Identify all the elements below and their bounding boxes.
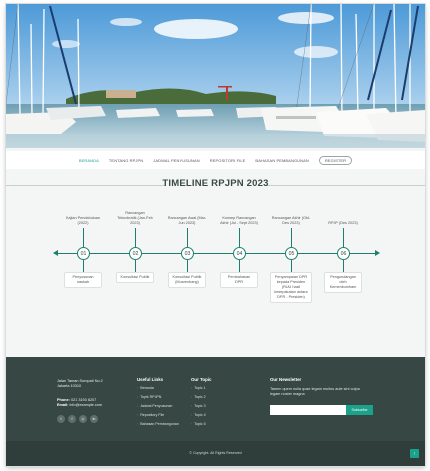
timeline-top-text: Kajian Pendahuluan (2022)	[66, 216, 100, 225]
timeline-step-card: Konsultasi Publik	[116, 272, 154, 283]
linkedin-icon[interactable]: in	[90, 415, 98, 423]
footer-link[interactable]: › Topik RPJPN	[137, 393, 179, 402]
timeline-step-number: 05	[285, 247, 298, 260]
timeline-connector	[187, 228, 188, 247]
timeline-step-number: 02	[129, 247, 142, 260]
timeline-connector	[239, 260, 240, 272]
timeline-step-card: Penyampaian DPR kepada Presiden (RUU has…	[270, 272, 312, 303]
nav-item-bahasan-pembangunan[interactable]: BAHASAN PEMBANGUNAN	[255, 158, 308, 163]
timeline-step-number: 01	[77, 247, 90, 260]
timeline-top-text: Konsep Rancangan Akhir (Jul - Sept 2023)	[220, 216, 258, 225]
main-nav: BERANDA TENTANG RPJPN JADWAL PENYUSUNAN …	[6, 151, 425, 169]
nav-item-beranda[interactable]: BERANDA	[79, 158, 99, 163]
topic-title: Our Topic	[191, 377, 212, 382]
email-line: Email: info@example.com	[57, 403, 103, 408]
timeline-step-card: Penyusunan naskah	[64, 272, 102, 288]
timeline-connector	[291, 228, 292, 247]
timeline-connector	[239, 228, 240, 247]
footer: Jalan Taman Suropati No.2 Jakarta 10310 …	[6, 357, 425, 466]
footer-link[interactable]: › Beranda	[137, 384, 179, 393]
footer-link[interactable]: › Jadwal Penyusunan	[137, 402, 179, 411]
newsletter-title: Our Newsletter	[270, 377, 302, 382]
back-to-top-button[interactable]: ↑	[410, 449, 419, 458]
timeline-connector	[83, 260, 84, 272]
timeline-step-card: Konsultasi Publik (Musrenbang)	[168, 272, 206, 288]
timeline-top-text: RPJP (Des 2023)	[328, 221, 358, 225]
useful-links-list: › Beranda › Topik RPJPN › Jadwal Penyusunan…	[137, 384, 179, 429]
page-frame: BERANDA TENTANG RPJPN JADWAL PENYUSUNAN …	[6, 4, 425, 466]
arrow-up-icon: ↑	[413, 450, 416, 457]
subscribe-button[interactable]: Subscribe	[346, 405, 373, 415]
timeline-arrow-right-icon	[375, 250, 380, 256]
address-line: Jakarta 10310	[57, 384, 82, 389]
footer-contact: Phone: 021 3193 6207 Email: info@example…	[57, 398, 102, 408]
instagram-icon[interactable]: ◎	[79, 415, 87, 423]
footer-link[interactable]: › Bahasan Pembangunan	[137, 420, 179, 429]
timeline-step-number: 04	[233, 247, 246, 260]
hero-image	[6, 4, 425, 148]
footer-bottom-bar: © Copyright. All Rights Reserved ↑	[6, 441, 425, 466]
footer-topic-link[interactable]: › Topic 4	[191, 411, 206, 420]
footer-topic-link[interactable]: › Topic 3	[191, 402, 206, 411]
timeline-step-number: 03	[181, 247, 194, 260]
section-title-wrap: TIMELINE RPJPN 2023	[6, 176, 425, 196]
twitter-icon[interactable]: t	[57, 415, 65, 423]
timeline-connector	[135, 260, 136, 272]
timeline-top-text: Rancangan Akhir (Okt- Des 2023)	[271, 216, 311, 225]
facebook-icon[interactable]: f	[68, 415, 76, 423]
footer-topic-link[interactable]: › Topic 1	[191, 384, 206, 393]
nav-item-tentang-rpjpn[interactable]: TENTANG RPJPN	[109, 158, 143, 163]
timeline-connector	[291, 260, 292, 272]
footer-topic-link[interactable]: › Topic 2	[191, 393, 206, 402]
timeline-connector	[83, 228, 84, 247]
timeline: Kajian Pendahuluan (2022) 01 Penyusunan na…	[6, 209, 425, 319]
nav-item-repositori-file[interactable]: REPOSITORI FILE	[210, 158, 246, 163]
page-title: TIMELINE RPJPN 2023	[162, 178, 269, 189]
footer-address: Jalan Taman Suropati No.2 Jakarta 10310	[57, 379, 103, 389]
footer-topic-link[interactable]: › Topic 5	[191, 420, 206, 429]
register-button[interactable]: REGISTER	[318, 155, 353, 165]
useful-links-title: Useful Links	[137, 377, 164, 382]
newsletter-email-input[interactable]	[270, 405, 346, 415]
timeline-axis	[56, 253, 376, 254]
timeline-step-card: Pembahasan DPR	[220, 272, 258, 288]
social-links: t f ◎ in	[57, 415, 98, 423]
topic-list: › Topic 1 › Topic 2 › Topic 3 › Topic 4 › Top…	[191, 384, 206, 429]
newsletter-text: Tamen quem nulla quae legam multos aute …	[270, 387, 360, 397]
footer-link[interactable]: › Repository File	[137, 411, 179, 420]
timeline-step-card: Pengundangan oleh Kemenkumham	[324, 272, 362, 293]
timeline-connector	[187, 260, 188, 272]
nav-item-jadwal-penyusunan[interactable]: JADWAL PENYUSUNAN	[153, 158, 200, 163]
timeline-connector	[343, 228, 344, 247]
timeline-connector	[343, 260, 344, 272]
timeline-step-number: 06	[337, 247, 350, 260]
timeline-top-text: Rancangan Awal (Mar- Jun 2023)	[167, 216, 207, 225]
timeline-top-text: Rancangan Teknokratik (Jan-Feb 2023)	[117, 211, 153, 225]
copyright-text: © Copyright. All Rights Reserved	[189, 451, 242, 455]
timeline-connector	[135, 228, 136, 247]
